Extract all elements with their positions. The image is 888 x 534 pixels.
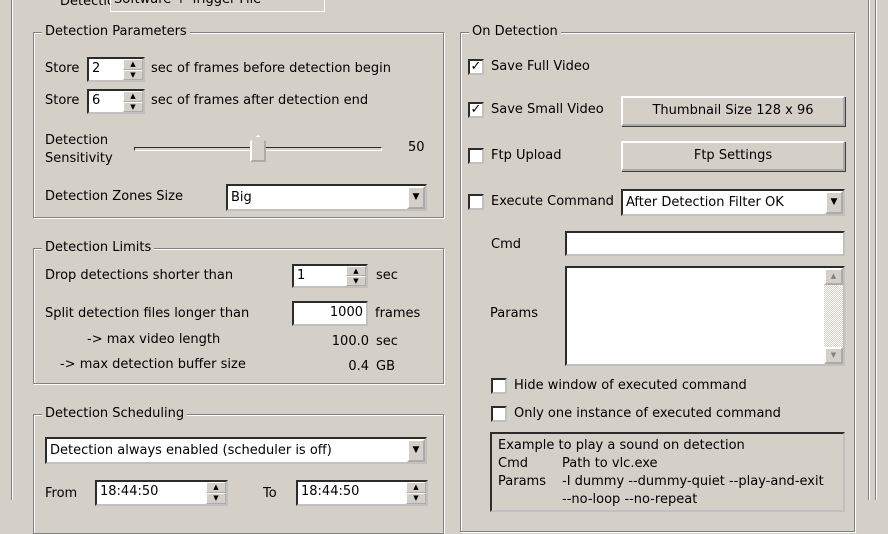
group-title: On Detection [469,24,561,40]
example-cmd-value: Path to vlc.exe [562,456,658,471]
store-after-value[interactable]: 6 [92,93,100,108]
zones-size-value: Big [231,190,252,205]
panel-border-left [11,0,13,500]
ftp-upload-label[interactable]: Ftp Upload [491,148,562,163]
group-title: Detection Parameters [42,24,190,40]
max-buffer-value: 0.4 [348,359,369,374]
spin-up-icon[interactable]: ▲ [206,482,226,493]
drop-value[interactable]: 1 [297,268,305,283]
spin-down-icon[interactable]: ▼ [346,276,366,286]
spin-down-icon[interactable]: ▼ [123,69,143,80]
after-text: sec of frames after detection end [151,93,369,108]
spin-up-icon[interactable]: ▲ [406,482,426,493]
example-params-label: Params [498,474,546,489]
max-video-unit: sec [376,334,398,349]
store-label: Store [45,93,80,108]
execute-when-value: After Detection Filter OK [626,195,784,210]
example-params-value: -I dummy --dummy-quiet --play-and-exit [562,474,824,489]
ftp-settings-button[interactable]: Ftp Settings [621,141,845,171]
thumbnail-size-button[interactable]: Thumbnail Size 128 x 96 [621,96,845,126]
group-title: Detection Limits [42,240,155,256]
one-instance-label[interactable]: Only one instance of executed command [514,406,781,421]
detection-type-field: Software + Trigger File [110,0,325,12]
store-label: Store [45,61,80,76]
to-label: To [263,486,277,501]
spin-up-icon[interactable]: ▲ [123,59,143,70]
spin-up-icon[interactable]: ▲ [346,266,366,276]
split-label: Split detection files longer than [45,306,250,321]
scheduler-mode-value: Detection always enabled (scheduler is o… [50,443,332,458]
save-full-video-checkbox[interactable]: ✓ [468,59,484,75]
params-textarea[interactable]: ▲ ▼ [565,266,845,366]
sensitivity-label-1: Detection [45,133,109,148]
to-time-value[interactable]: 18:44:50 [301,484,359,499]
panel-border-right [868,0,870,500]
drop-unit: sec [376,268,398,283]
group-title: Detection Scheduling [42,406,188,422]
store-before-spinner[interactable]: 2 ▲ ▼ [87,57,145,82]
hide-window-label[interactable]: Hide window of executed command [514,378,747,393]
panel-border-right-outer [875,0,877,500]
save-small-video-label[interactable]: Save Small Video [491,102,604,117]
from-time-value[interactable]: 18:44:50 [100,484,158,499]
split-input[interactable]: 1000 [292,301,368,326]
spin-up-icon[interactable]: ▲ [123,91,143,102]
max-buffer-unit: GB [376,359,395,374]
cmd-label: Cmd [491,237,521,252]
save-full-video-label[interactable]: Save Full Video [491,59,590,74]
hide-window-checkbox[interactable] [491,378,507,394]
max-video-value: 100.0 [331,334,369,349]
scroll-down-icon[interactable]: ▼ [824,347,843,364]
zones-size-select[interactable]: Big ▼ [226,184,427,211]
chevron-down-icon[interactable]: ▼ [407,439,425,462]
example-title: Example to play a sound on detection [498,438,745,453]
to-time-spinner[interactable]: 18:44:50 ▲ ▼ [296,480,428,506]
before-text: sec of frames before detection begin [151,61,392,76]
from-time-spinner[interactable]: 18:44:50 ▲ ▼ [95,480,228,506]
spin-down-icon[interactable]: ▼ [406,493,426,504]
spin-down-icon[interactable]: ▼ [123,101,143,112]
chevron-down-icon[interactable]: ▼ [407,186,425,209]
scroll-up-icon[interactable]: ▲ [824,268,843,285]
execute-command-checkbox[interactable] [468,194,484,210]
params-scrollbar[interactable]: ▲ ▼ [824,268,843,364]
one-instance-checkbox[interactable] [491,406,507,422]
cmd-input[interactable] [565,231,845,256]
sensitivity-label-2: Sensitivity [45,151,113,166]
split-unit: frames [375,306,421,321]
execute-command-label[interactable]: Execute Command [491,194,614,209]
save-small-video-checkbox[interactable]: ✓ [468,102,484,118]
example-cmd-label: Cmd [498,456,528,471]
spin-down-icon[interactable]: ▼ [206,493,226,504]
scheduler-mode-select[interactable]: Detection always enabled (scheduler is o… [45,437,427,464]
example-params-value-cont: --no-loop --no-repeat [562,492,698,507]
max-video-label: -> max video length [87,332,221,347]
from-label: From [45,486,78,501]
ftp-upload-checkbox[interactable] [468,148,484,164]
store-after-spinner[interactable]: 6 ▲ ▼ [87,89,145,114]
detection-scheduling-group: Detection Scheduling [33,406,444,534]
sensitivity-value: 50 [408,140,425,155]
max-buffer-label: -> max detection buffer size [60,357,246,372]
store-before-value[interactable]: 2 [92,61,100,76]
drop-label: Drop detections shorter than [45,268,234,283]
zones-size-label: Detection Zones Size [45,189,183,204]
drop-spinner[interactable]: 1 ▲ ▼ [292,264,368,288]
chevron-down-icon[interactable]: ▼ [825,191,843,214]
execute-when-select[interactable]: After Detection Filter OK ▼ [621,189,845,216]
params-label: Params [490,306,538,321]
example-box: Example to play a sound on detection Cmd… [490,432,845,512]
